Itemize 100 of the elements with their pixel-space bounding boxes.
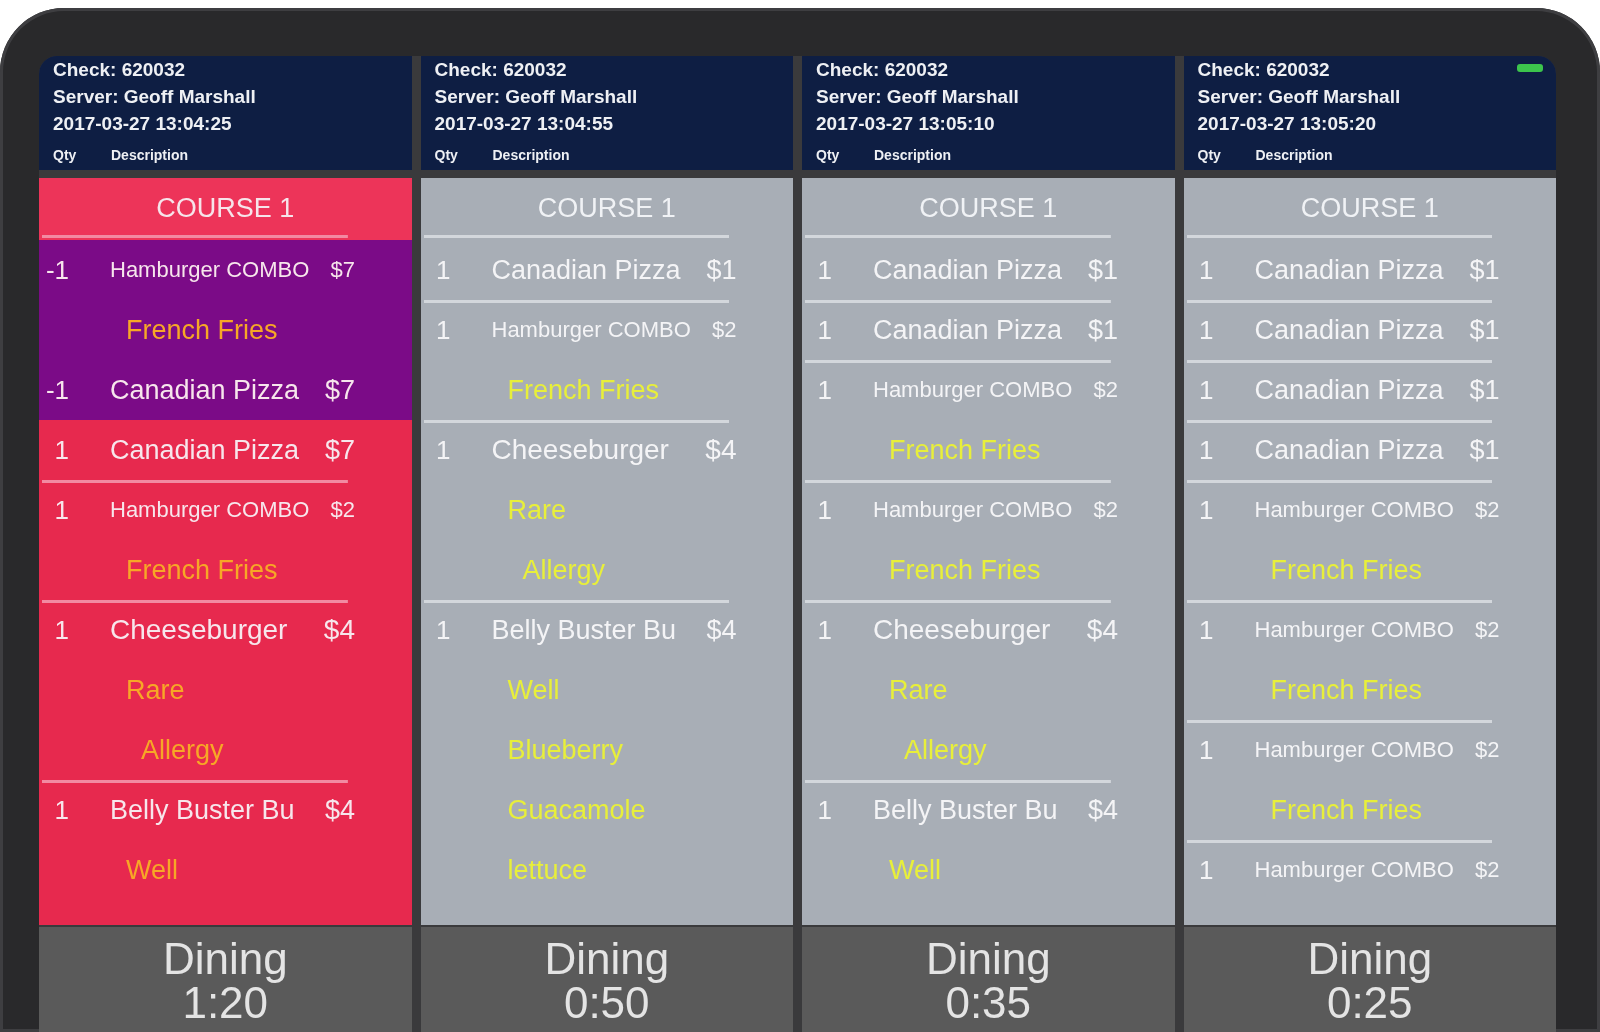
order-timestamp: 2017-03-27 13:05:10 [816,113,995,134]
item-price: $2 [712,317,737,343]
order-item-row[interactable]: 1 Canadian Pizza $1 [420,240,793,300]
server-name: Server: Geoff Marshall [434,86,638,107]
item-modifier: French Fries [1270,675,1423,705]
qty-column-label: Qty [1197,146,1222,165]
order-timestamp: 2017-03-27 13:05:20 [1197,113,1377,134]
item-price: $2 [1475,617,1500,643]
item-name: Canadian Pizza [1254,314,1444,346]
description-column-label: Description [1255,146,1333,165]
item-price: $7 [324,374,355,406]
order-item-row[interactable]: 1 Canadian Pizza $1 [802,240,1175,300]
item-price: $2 [330,497,355,523]
item-modifier: Rare [889,675,948,705]
description-column-label: Description [492,146,570,165]
qty-column-label: Qty [434,146,459,165]
order-item-row[interactable]: -1 Hamburger COMBO $7 French Fries [39,240,412,360]
item-name: Cheeseburger [491,434,669,466]
item-quantity: 1 [436,614,451,645]
item-price: $4 [1086,614,1118,646]
item-price: $4 [323,614,355,646]
item-modifier: Blueberry [507,735,624,765]
qty-column-label: Qty [816,146,841,165]
item-price: $4 [706,614,737,646]
item-price: $2 [1093,497,1118,523]
item-name: Canadian Pizza [873,254,1063,286]
item-price: $1 [1087,254,1118,286]
item-quantity: 1 [817,794,832,825]
item-name: Hamburger COMBO [1254,857,1454,883]
item-quantity: -1 [45,254,69,285]
item-name: Canadian Pizza [110,374,300,406]
item-name: Hamburger COMBO [1254,617,1454,643]
qty-column-label: Qty [53,146,78,165]
item-quantity: 1 [817,614,832,645]
check-number: Check: 620032 [434,59,567,80]
order-timestamp: 2017-03-27 13:04:25 [53,113,232,134]
item-quantity: 1 [54,494,69,525]
item-modifier: French Fries [1270,555,1423,585]
item-name: Hamburger COMBO [110,497,310,523]
item-modifier: Rare [507,495,567,525]
item-name: Canadian Pizza [491,254,681,286]
item-quantity: 1 [817,374,832,405]
item-price: $2 [1475,857,1500,883]
item-quantity: 1 [1199,854,1214,885]
server-name: Server: Geoff Marshall [816,86,1019,107]
item-name: Canadian Pizza [873,314,1063,346]
item-price: $1 [1469,434,1500,466]
item-modifier: French Fries [1270,795,1423,825]
item-name: Hamburger COMBO [491,317,691,343]
item-name: Belly Buster Bu [873,794,1058,826]
item-price: $2 [1475,737,1500,763]
check-number: Check: 620032 [53,59,186,80]
item-name: Hamburger COMBO [1254,737,1454,763]
order-item-row[interactable]: 1 Canadian Pizza $7 [39,420,412,480]
item-modifier: Allergy [904,735,987,765]
order-type-label: Dining [544,934,670,983]
item-quantity: 1 [436,314,451,345]
item-price: $2 [1475,497,1500,523]
item-name: Hamburger COMBO [1254,497,1454,523]
item-quantity: 1 [817,494,832,525]
item-quantity: 1 [54,434,69,465]
check-number: Check: 620032 [816,59,949,80]
item-quantity: 1 [1199,374,1214,405]
battery-icon [1517,64,1543,72]
item-modifier: French Fries [126,315,278,345]
item-quantity: 1 [54,794,69,825]
item-quantity: 1 [1199,314,1214,345]
item-price: $4 [324,794,355,826]
item-quantity: 1 [1199,734,1214,765]
item-quantity: 1 [436,434,451,465]
item-modifier: Well [126,855,178,885]
order-type-label: Dining [162,934,288,983]
order-item-row[interactable]: -1 Canadian Pizza $7 [39,360,412,420]
item-modifier: Rare [126,675,185,705]
item-price: $7 [324,434,355,466]
item-name: Canadian Pizza [1254,434,1444,466]
item-name: Cheeseburger [873,614,1051,646]
item-price: $1 [706,254,737,286]
item-quantity: 1 [54,614,69,645]
description-column-label: Description [111,146,188,165]
item-modifier: Allergy [141,735,224,765]
item-price: $1 [1469,314,1500,346]
item-modifier: French Fries [889,555,1041,585]
item-quantity: 1 [1199,254,1214,285]
item-name: Canadian Pizza [1254,374,1444,406]
check-number: Check: 620032 [1197,59,1330,80]
item-name: Belly Buster Bu [110,794,295,826]
description-column-label: Description [874,146,951,165]
item-quantity: 1 [436,254,451,285]
order-item-row[interactable]: 1 Canadian Pizza $1 [1183,240,1556,300]
item-name: Hamburger COMBO [873,377,1073,403]
item-modifier: French Fries [889,435,1041,465]
item-price: $2 [1093,377,1118,403]
item-price: $7 [330,257,355,283]
item-quantity: 1 [817,254,832,285]
item-price: $1 [1087,314,1118,346]
item-name: Belly Buster Bu [491,614,677,646]
item-modifier: lettuce [507,855,588,885]
server-name: Server: Geoff Marshall [1197,86,1401,107]
item-modifier: Guacamole [507,795,646,825]
